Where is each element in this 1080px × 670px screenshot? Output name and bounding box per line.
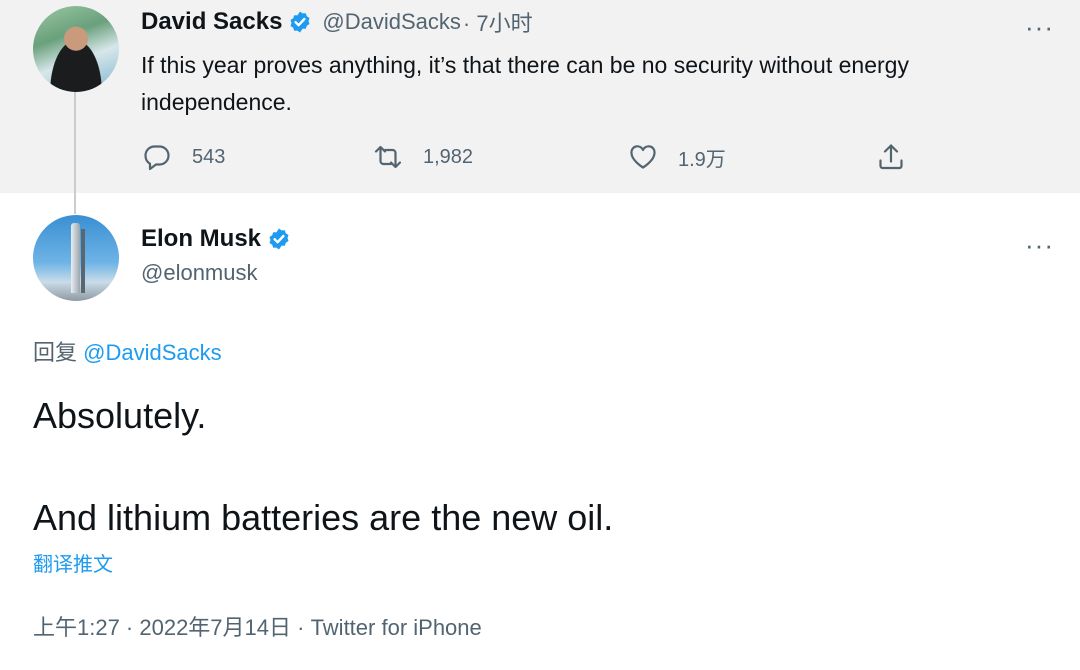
more-icon[interactable]: ···	[1025, 232, 1054, 258]
verified-badge-icon	[288, 10, 312, 34]
author-handle[interactable]: @elonmusk	[141, 260, 258, 286]
more-icon[interactable]: ···	[1025, 14, 1054, 40]
like-button[interactable]: 1.9万	[628, 142, 726, 172]
tweet-time[interactable]: · 7小时	[463, 6, 533, 38]
tweet-timestamp-source[interactable]: 上午1:27 · 2022年7月14日 · Twitter for iPhone	[33, 610, 482, 642]
share-button[interactable]	[876, 142, 926, 172]
reply-count: 543	[192, 145, 226, 168]
translate-tweet-link[interactable]: 翻译推文	[33, 548, 113, 577]
author-name[interactable]: Elon Musk	[141, 225, 261, 253]
main-tweet-header: Elon Musk	[141, 225, 301, 253]
avatar-david-sacks[interactable]	[33, 6, 119, 92]
reply-mention-link[interactable]: @DavidSacks	[83, 340, 222, 365]
retweet-icon	[374, 145, 402, 169]
share-icon	[879, 144, 903, 170]
heart-icon	[630, 145, 656, 169]
reply-prefix: 回复	[33, 340, 84, 365]
tweet-action-bar: 543 1,982 1.9万	[142, 142, 932, 172]
launch-tower-image	[81, 229, 85, 293]
retweet-button[interactable]: 1,982	[373, 142, 473, 172]
tweet-text-line-2: And lithium batteries are the new oil.	[33, 497, 614, 538]
tweet-thread-view: David Sacks @DavidSacks · 7小时 ··· If thi…	[0, 0, 1080, 670]
reply-icon	[144, 145, 170, 171]
avatar-elon-musk[interactable]	[33, 215, 119, 301]
author-name[interactable]: David Sacks	[141, 8, 282, 36]
thread-connector-line	[74, 92, 76, 214]
author-handle[interactable]: @DavidSacks	[322, 9, 461, 35]
tweet-text-line-1: Absolutely.	[33, 395, 207, 436]
retweet-count: 1,982	[423, 145, 474, 168]
verified-badge-icon	[267, 227, 291, 251]
rocket-image	[71, 223, 80, 293]
reply-button[interactable]: 543	[142, 142, 225, 172]
parent-tweet-header: David Sacks @DavidSacks · 7小时	[141, 6, 533, 38]
parent-tweet-text: If this year proves anything, it’s that …	[141, 52, 909, 115]
reply-context: 回复 @DavidSacks	[33, 335, 222, 367]
parent-tweet[interactable]: David Sacks @DavidSacks · 7小时 ··· If thi…	[0, 0, 1080, 193]
like-count: 1.9万	[678, 148, 726, 171]
